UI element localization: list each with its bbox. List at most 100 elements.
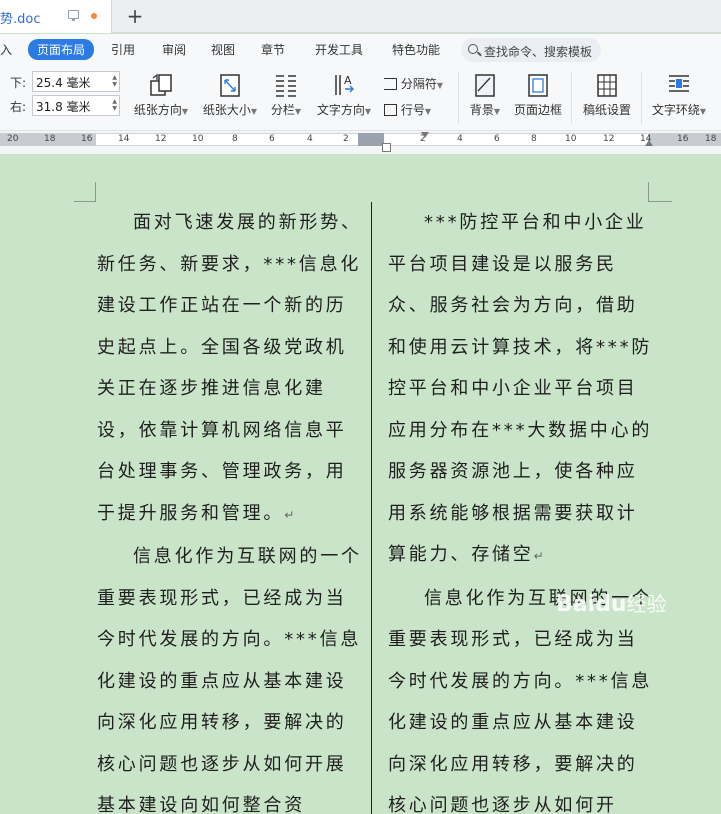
text-wrap-icon [669, 75, 689, 92]
unsaved-dot-icon [91, 13, 97, 19]
horizontal-ruler[interactable]: 20 18 16 14 12 10 8 6 4 2 2 4 6 8 10 12 … [0, 131, 721, 154]
text-wrap-label: 文字环绕 [651, 103, 700, 117]
ruler-label: 14 [118, 134, 130, 144]
text-direction-label: 文字方向 [316, 103, 365, 117]
background-label: 背景 [469, 103, 494, 117]
ruler-column-gap[interactable] [358, 133, 384, 146]
ruler-label: 16 [677, 134, 689, 144]
paragraph: ***防控平台和中小企业平台项目建设是以服务民众、服务社会为方向，借助和使用云计… [388, 202, 653, 578]
margin-right-value: 31.8 毫米 [36, 100, 91, 114]
background-icon [475, 74, 495, 97]
text-direction-button[interactable]: A 文字方向▼ [313, 72, 375, 118]
baidu-jingyan-watermark: Baidu经验 [556, 588, 667, 617]
ruler-label: 18 [705, 134, 717, 144]
ruler-label: 12 [603, 134, 615, 144]
background-button[interactable]: 背景▼ [466, 72, 504, 118]
ribbon-divider [458, 72, 459, 124]
title-bar: 势.doc + [0, 0, 721, 33]
separator-label: 分隔符 [400, 77, 437, 91]
menu-chapter[interactable]: 章节 [261, 41, 285, 58]
monitor-icon[interactable] [68, 10, 79, 21]
paper-orientation-icon [150, 73, 172, 96]
manuscript-settings-button[interactable]: 稿纸设置 [580, 72, 634, 118]
column-divider-line [371, 202, 372, 814]
menu-special-features[interactable]: 特色功能 [392, 41, 440, 58]
left-indent-marker[interactable] [382, 143, 391, 152]
menu-review[interactable]: 审阅 [162, 41, 186, 58]
paper-orientation-button[interactable]: 纸张方向▼ [132, 72, 190, 118]
manuscript-settings-label: 稿纸设置 [582, 103, 631, 117]
columns-icon [276, 75, 296, 97]
right-indent-marker[interactable] [645, 140, 653, 146]
document-tab[interactable]: 势.doc [0, 0, 112, 33]
ribbon-page-layout: 下: 25.4 毫米 ▲ ▼ 右: 31.8 毫米 ▲ ▼ 纸张方向▼ 纸张大小▼ [0, 64, 721, 131]
margin-bottom-spinner[interactable]: ▲ ▼ [112, 74, 117, 88]
menu-references[interactable]: 引用 [111, 41, 135, 58]
columns-button[interactable]: 分栏▼ [268, 72, 304, 118]
search-icon [468, 44, 478, 54]
separator-icon [384, 78, 397, 90]
menu-bar: 入 页面布局 引用 审阅 视图 章节 开发工具 特色功能 查找命令、搜索模板 [0, 34, 721, 64]
paragraph: 面对飞速发展的新形势、新任务、新要求，***信息化建设工作正站在一个新的历史起点… [97, 202, 362, 536]
text-wrap-button[interactable]: 文字环绕▼ [648, 72, 710, 118]
crop-mark-top-right [648, 182, 672, 202]
paragraph-text: 信息化作为互联网的一个重要表现形式，已经成为当今时代发展的方向。***信息化建设… [97, 546, 362, 814]
watermark-suffix: 经验 [626, 592, 667, 616]
command-search-box[interactable]: 查找命令、搜索模板 [461, 38, 601, 62]
columns-label: 分栏 [270, 103, 295, 117]
ruler-label: 4 [307, 134, 313, 144]
ruler-label: 16 [81, 134, 93, 144]
line-number-button[interactable]: 行号▼ [384, 101, 431, 118]
right-text-column[interactable]: ***防控平台和中小企业平台项目建设是以服务民众、服务社会为方向，借助和使用云计… [388, 202, 653, 814]
first-line-indent-marker[interactable] [421, 132, 429, 138]
page-border-label: 页面边框 [513, 103, 562, 117]
ruler-label: 6 [494, 134, 500, 144]
margin-right-spinner[interactable]: ▲ ▼ [112, 98, 117, 112]
line-number-icon [384, 104, 397, 116]
line-number-label: 行号 [400, 103, 425, 117]
svg-text:A: A [344, 74, 352, 87]
new-tab-button[interactable]: + [124, 3, 146, 29]
command-search-label: 查找命令、搜索模板 [484, 45, 593, 59]
ruler-label: 8 [531, 134, 537, 144]
manuscript-grid-icon [597, 74, 617, 97]
margin-right-input[interactable]: 31.8 毫米 ▲ ▼ [32, 95, 120, 116]
margin-bottom-value: 25.4 毫米 [36, 76, 91, 90]
page-border-button[interactable]: 页面边框 [511, 72, 565, 118]
separator-button[interactable]: 分隔符▼ [384, 75, 443, 92]
margin-right-label: 右: [10, 100, 27, 114]
menu-developer-tools[interactable]: 开发工具 [315, 41, 363, 58]
document-page[interactable]: 面对飞速发展的新形势、新任务、新要求，***信息化建设工作正站在一个新的历史起点… [0, 154, 721, 814]
paragraph-text: ***防控平台和中小企业平台项目建设是以服务民众、服务社会为方向，借助和使用云计… [388, 212, 653, 565]
page-border-icon [528, 74, 548, 97]
ruler-label: 10 [192, 134, 204, 144]
ruler-label: 6 [269, 134, 275, 144]
menu-insert[interactable]: 入 [0, 41, 12, 58]
ribbon-divider [571, 72, 572, 124]
crop-mark-top-left [74, 182, 96, 202]
margin-bottom-input[interactable]: 25.4 毫米 ▲ ▼ [32, 71, 120, 92]
margin-bottom-row: 下: 25.4 毫米 ▲ ▼ [0, 71, 122, 93]
ribbon-divider [641, 72, 642, 124]
paper-size-icon [220, 74, 240, 97]
paper-size-button[interactable]: 纸张大小▼ [200, 72, 260, 118]
margin-right-row: 右: 31.8 毫米 ▲ ▼ [0, 95, 122, 117]
ruler-label: 10 [565, 134, 577, 144]
ruler-label: 8 [232, 134, 238, 144]
watermark-brand: Baidu [556, 592, 627, 617]
menu-view[interactable]: 视图 [211, 41, 235, 58]
paragraph-text: 面对飞速发展的新形势、新任务、新要求，***信息化建设工作正站在一个新的历史起点… [97, 212, 362, 524]
ruler-label: 18 [44, 134, 56, 144]
ruler-label: 4 [457, 134, 463, 144]
document-tab-title: 势.doc [0, 12, 41, 27]
paper-size-label: 纸张大小 [202, 103, 251, 117]
menu-page-layout[interactable]: 页面布局 [28, 39, 95, 60]
left-text-column[interactable]: 面对飞速发展的新形势、新任务、新要求，***信息化建设工作正站在一个新的历史起点… [97, 202, 362, 814]
margin-bottom-label: 下: [10, 76, 27, 90]
ruler-label: 2 [343, 134, 349, 144]
paragraph-text: 信息化作为互联网的一个重要表现形式，已经成为当今时代发展的方向。***信息化建设… [388, 587, 653, 814]
paragraph: 信息化作为互联网的一个重要表现形式，已经成为当今时代发展的方向。***信息化建设… [97, 536, 362, 814]
paper-orientation-label: 纸张方向 [133, 103, 182, 117]
paragraph-mark: ↵ [533, 549, 544, 563]
ruler-label: 12 [155, 134, 167, 144]
